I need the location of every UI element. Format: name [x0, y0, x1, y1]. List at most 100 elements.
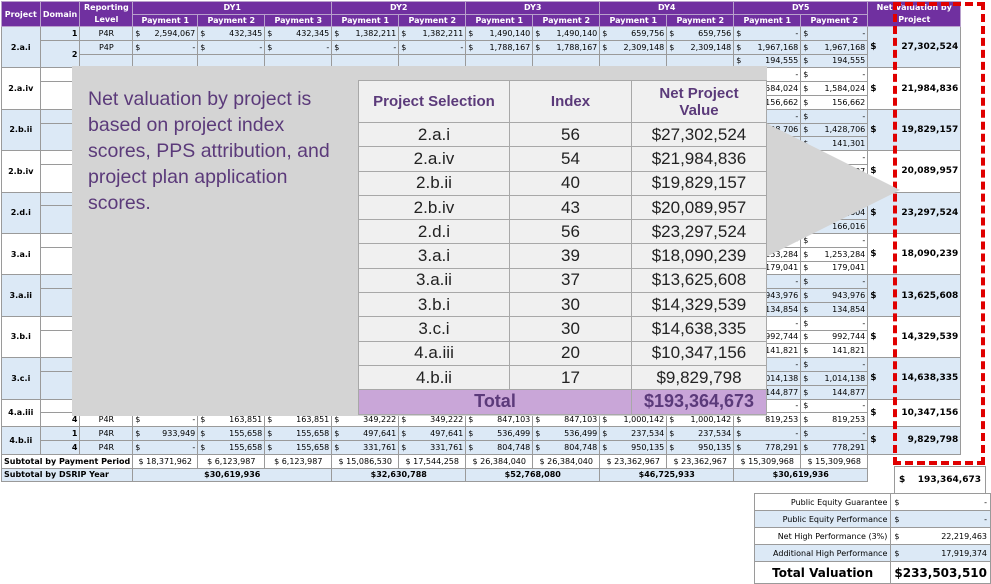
net-valuation-value: 14,638,335 [901, 373, 959, 384]
payment-amount: 497,641 [341, 426, 400, 441]
currency-symbol: $ [800, 67, 811, 83]
payment-amount: - [274, 39, 333, 55]
project-selection: 3.a.i [358, 243, 510, 269]
currency-symbol: $ [197, 439, 208, 455]
currency-symbol: $ [532, 39, 543, 55]
total-value: $193,364,673 [631, 389, 767, 415]
payment-amount: 432,345 [207, 26, 266, 41]
header-net-valuation: Net Valuation by Project [867, 1, 962, 27]
net-project-value: $10,347,156 [631, 340, 767, 366]
project-selection: 3.b.i [358, 292, 510, 318]
payment-amount: 1,788,167 [475, 39, 534, 55]
net-valuation-cell: $14,329,539 [867, 315, 962, 359]
subtotal-dsrip-year-value: $52,768,080 [465, 467, 601, 483]
net-valuation-value: 13,625,608 [901, 290, 959, 301]
summary-value: 22,219,463 [903, 527, 991, 545]
net-project-value: $19,829,157 [631, 170, 767, 196]
currency-symbol: $ [890, 544, 904, 562]
project-index: 37 [509, 267, 632, 294]
currency-symbol: $ [331, 39, 342, 55]
currency-symbol: $ [465, 439, 476, 455]
currency-symbol: $ [264, 426, 275, 441]
header-project-selection: Project Selection [358, 80, 510, 123]
payment-amount: 156,662 [810, 94, 869, 110]
net-project-value: $21,984,836 [631, 146, 767, 172]
project-index: 17 [509, 364, 632, 391]
grand-total-cell: $ 193,364,673 [894, 466, 986, 494]
payment-amount: 992,744 [810, 329, 869, 345]
project-selection-row: 2.b.iv 43 $20,089,957 [358, 194, 767, 221]
project-index: 56 [509, 219, 632, 245]
currency-symbol: $ [870, 373, 877, 384]
project-selection: 3.a.ii [358, 267, 510, 294]
net-valuation-value: 21,984,836 [901, 83, 959, 94]
total-label: Total [358, 389, 632, 415]
summary-label: Additional High Performance [753, 544, 892, 562]
project-selection-row: 3.b.i 30 $14,329,539 [358, 292, 767, 318]
payment-amount: 2,309,148 [676, 39, 735, 55]
currency-symbol: $ [800, 94, 811, 110]
summary-value: - [903, 493, 991, 511]
currency-symbol: $ [666, 426, 677, 441]
subtotal-payment-period-value: $ 17,544,258 [398, 453, 467, 469]
header-dy5-payment-2: Payment 2 [800, 13, 869, 27]
currency-symbol: $ [870, 42, 877, 53]
currency-symbol: $ [132, 439, 143, 455]
currency-symbol: $ [666, 26, 677, 41]
payment-amount: 1,584,024 [810, 81, 869, 96]
payment-amount: - [341, 39, 400, 55]
currency-symbol: $ [599, 26, 610, 41]
project-name: 2.a.i [1, 25, 41, 69]
currency-symbol: $ [800, 53, 811, 69]
payment-amount: 497,641 [408, 426, 467, 441]
net-valuation-value: 27,302,524 [901, 42, 959, 53]
currency-symbol: $ [331, 26, 342, 41]
net-valuation-value: 9,829,798 [907, 435, 959, 446]
net-project-value: $14,638,335 [631, 316, 767, 342]
header-dy2: DY2 [331, 1, 467, 15]
project-selection-row: 2.d.i 56 $23,297,524 [358, 219, 767, 245]
currency-symbol: $ [331, 439, 342, 455]
summary-value: 17,919,374 [903, 544, 991, 562]
header-dy1-payment-1: Payment 1 [132, 13, 199, 27]
project-selection: 4.a.iii [358, 340, 510, 366]
currency-symbol: $ [800, 370, 811, 386]
project-selection-row: 4.a.iii 20 $10,347,156 [358, 340, 767, 366]
net-valuation-cell: $27,302,524 [867, 25, 962, 69]
header-dy4-payment-2: Payment 2 [666, 13, 735, 27]
currency-symbol: $ [132, 39, 143, 55]
project-index: 20 [509, 340, 632, 366]
header-dy5: DY5 [733, 1, 869, 15]
payment-amount: - [810, 274, 869, 290]
payment-amount: - [810, 398, 869, 414]
payment-amount: 1,788,167 [542, 39, 601, 55]
payment-amount: - [743, 426, 802, 441]
subtotal-payment-period-value: $ 23,362,967 [599, 453, 668, 469]
subtotal-dsrip-year-value: $32,630,788 [331, 467, 467, 483]
currency-symbol: $ [733, 26, 744, 41]
project-selection-row: 3.a.ii 37 $13,625,608 [358, 267, 767, 294]
currency-symbol: $ [599, 39, 610, 55]
payment-amount: 144,877 [810, 384, 869, 400]
header-project: Project [1, 1, 41, 27]
project-index: 30 [509, 292, 632, 318]
currency-symbol: $ [532, 426, 543, 441]
payment-amount: 155,658 [274, 439, 333, 455]
subtotal-dsrip-year-label: Subtotal by DSRIP Year [0, 467, 134, 483]
project-selection-total-row: Total $193,364,673 [358, 389, 767, 415]
subtotal-payment-period-value: $ 26,384,040 [532, 453, 601, 469]
payment-amount: - [810, 426, 869, 441]
payment-amount: - [810, 67, 869, 83]
net-project-value: $20,089,957 [631, 194, 767, 221]
currency-symbol: $ [599, 439, 610, 455]
currency-symbol: $ [666, 39, 677, 55]
currency-symbol: $ [532, 26, 543, 41]
summary-label: Net High Performance (3%) [753, 527, 892, 545]
subtotal-dsrip-year-value: $30,619,936 [733, 467, 869, 483]
header-dy2-payment-1: Payment 1 [331, 13, 400, 27]
currency-symbol: $ [733, 39, 744, 55]
domain-cell: 2 [39, 39, 81, 69]
project-selection-table: Project Selection Index Net Project Valu… [358, 80, 767, 415]
payment-amount: 943,976 [810, 288, 869, 303]
project-name: 3.a.i [1, 232, 41, 276]
